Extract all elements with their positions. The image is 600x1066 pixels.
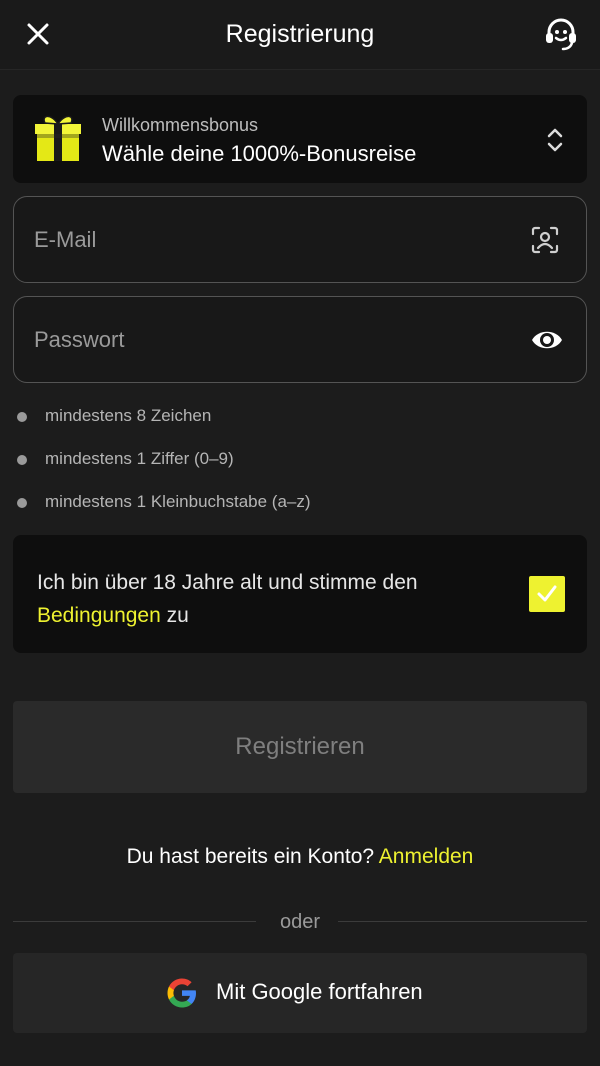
terms-text: Ich bin über 18 Jahre alt und stimme den… [37,566,507,632]
divider-line [338,921,587,922]
headset-support-icon [546,18,576,51]
terms-text-before: Ich bin über 18 Jahre alt und stimme den [37,571,418,594]
support-button[interactable] [542,15,580,53]
chevron-up-down-icon [547,128,563,152]
divider-text: oder [279,911,321,933]
header-bar: Registrierung [0,0,600,70]
bullet-icon [17,455,27,465]
login-prompt: Du hast bereits ein Konto? Anmelden [0,845,600,869]
terms-agreement: Ich bin über 18 Jahre alt und stimme den… [13,535,587,653]
requirement-text: mindestens 1 Ziffer (0–9) [45,449,234,468]
terms-link[interactable]: Bedingungen [37,604,161,627]
bullet-icon [17,498,27,508]
register-button[interactable]: Registrieren [13,701,587,793]
contact-icon[interactable] [530,225,560,255]
password-field[interactable] [34,297,514,382]
email-field-container [13,196,587,283]
welcome-bonus-selector[interactable]: Willkommensbonus Wähle deine 1000%-Bonus… [13,95,587,183]
eye-icon[interactable] [530,326,564,354]
google-signin-button[interactable]: Mit Google fortfahren [13,953,587,1033]
bonus-label: Willkommensbonus [102,115,259,135]
login-prompt-text: Du hast bereits ein Konto? [126,845,379,868]
login-link[interactable]: Anmelden [379,845,474,868]
checkmark-icon [537,585,557,602]
requirement-text: mindestens 8 Zeichen [45,406,212,425]
terms-checkbox[interactable] [529,576,565,612]
page-title: Registrierung [225,20,375,48]
google-button-label: Mit Google fortfahren [216,979,423,1004]
requirement-text: mindestens 1 Kleinbuchstabe (a–z) [45,492,311,511]
terms-text-after: zu [160,604,189,627]
bullet-icon [17,412,27,422]
email-field[interactable] [34,197,514,282]
google-icon [167,978,196,1008]
password-field-container [13,296,587,383]
gift-icon [35,115,81,161]
bonus-value: Wähle deine 1000%-Bonusreise [102,141,417,166]
